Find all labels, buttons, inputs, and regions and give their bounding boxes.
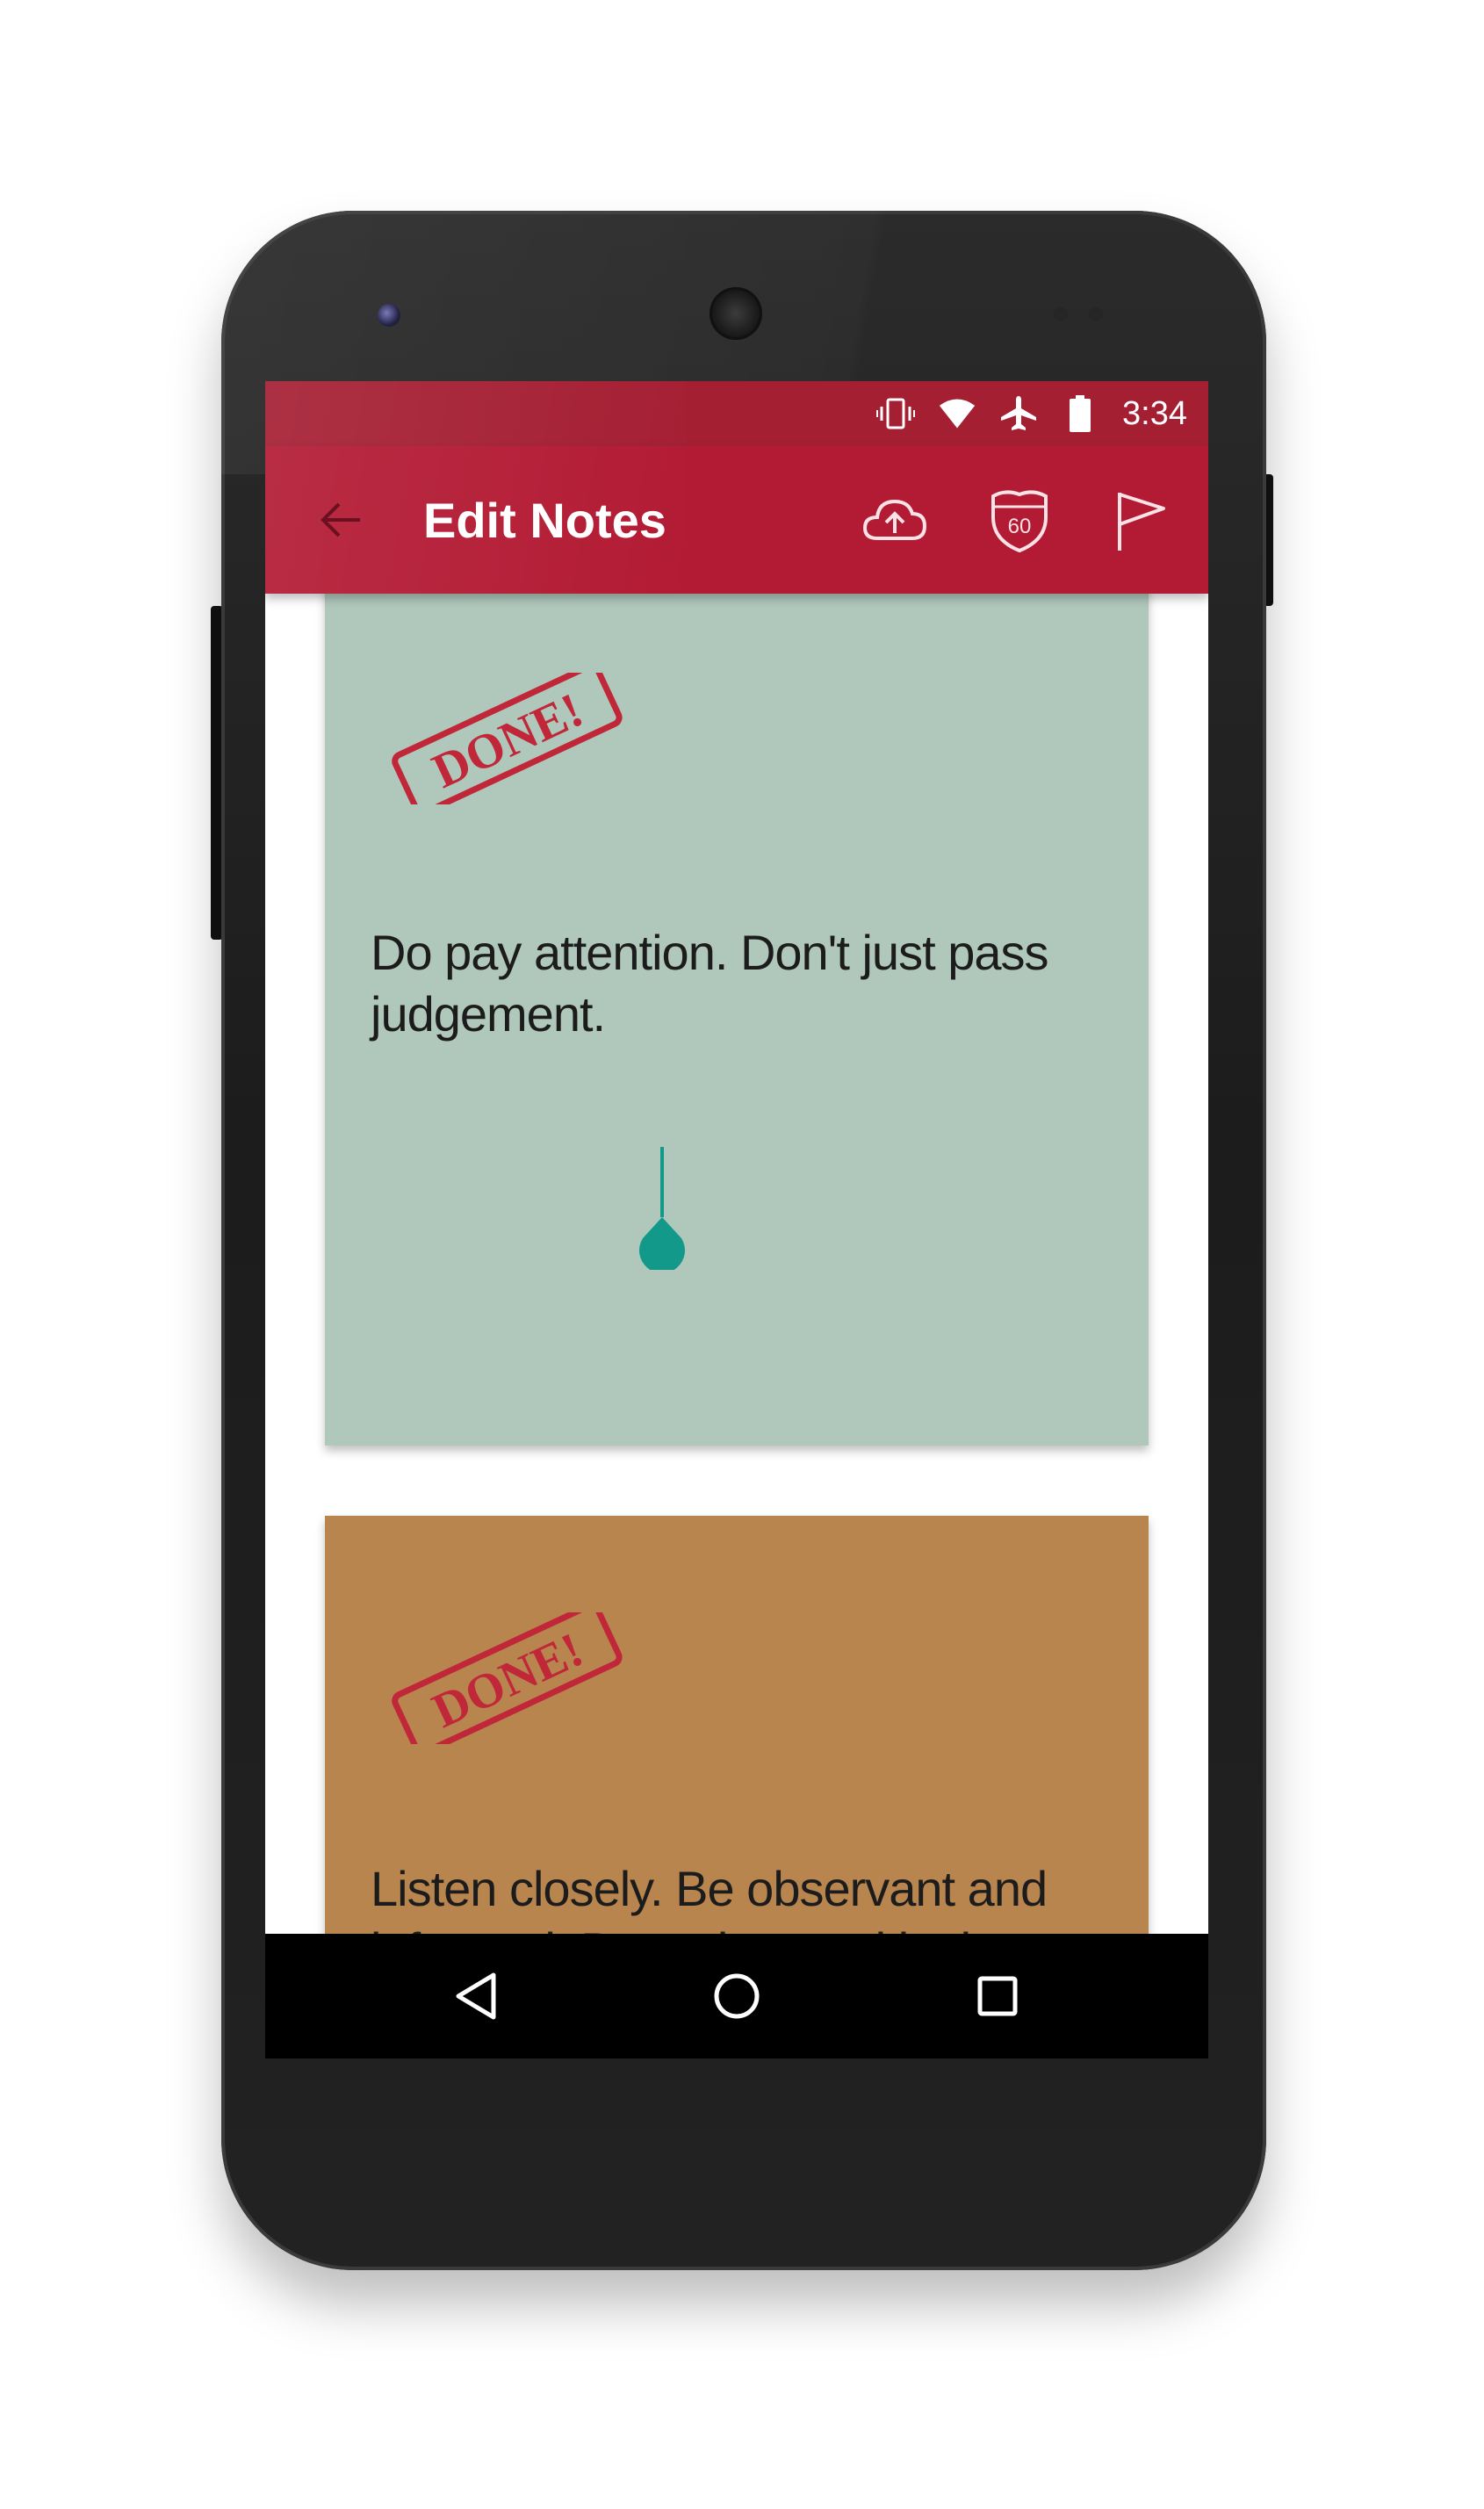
earpiece-speaker (710, 287, 762, 340)
proximity-sensor (1054, 307, 1068, 321)
cloud-upload-icon (862, 499, 927, 540)
wifi-icon (938, 394, 976, 433)
done-stamp: DONE! (392, 673, 623, 804)
done-stamp: DONE! (392, 1612, 623, 1744)
nav-home-button[interactable] (702, 1961, 772, 2031)
nav-back-icon (456, 1972, 496, 2020)
nav-back-button[interactable] (441, 1961, 511, 2031)
note-text[interactable]: Listen closely. Be observant and informe… (371, 1858, 1096, 1934)
page-title: Edit Notes (423, 493, 666, 548)
light-sensor (1089, 307, 1103, 321)
note-text[interactable]: Do pay attention. Don't just pass judgem… (371, 922, 1096, 1045)
notes-list: DONE! Do pay attention. Don't just pass … (265, 594, 1208, 1934)
status-bar: 3:34 (265, 381, 1208, 446)
app-bar: Edit Notes 60 (265, 381, 1208, 594)
stamp-text: DONE! (424, 1622, 591, 1738)
note-card[interactable]: DONE! Do pay attention. Don't just pass … (325, 594, 1149, 1446)
navigation-bar (265, 1934, 1208, 2058)
back-button[interactable] (306, 485, 376, 555)
speed-60-button[interactable]: 60 (980, 481, 1059, 560)
nav-recents-icon (977, 1976, 1018, 2016)
stamp-text: DONE! (424, 682, 591, 798)
highway-shield-icon: 60 (991, 490, 1048, 553)
flag-icon (1118, 493, 1165, 551)
status-icons: 3:34 (876, 381, 1187, 446)
arrow-back-icon (321, 502, 360, 537)
speed-label: 60 (1008, 515, 1032, 538)
cloud-upload-button[interactable] (855, 481, 934, 560)
airplane-icon (999, 394, 1038, 433)
nav-recents-button[interactable] (962, 1961, 1033, 2031)
battery-icon (1061, 394, 1099, 433)
flag-button[interactable] (1101, 481, 1180, 560)
text-cursor (660, 1147, 664, 1217)
front-camera (378, 304, 400, 327)
stage: 3:34 Edit Notes 60 DONE! Do pay attentio… (0, 0, 1484, 2509)
note-card[interactable]: DONE! Listen closely. Be observant and i… (325, 1516, 1149, 1934)
cursor-handle-icon[interactable] (636, 1217, 688, 1270)
screen: 3:34 Edit Notes 60 DONE! Do pay attentio… (265, 381, 1208, 2058)
status-time: 3:34 (1122, 394, 1187, 432)
nav-home-icon (714, 1973, 760, 2019)
vibrate-icon (876, 394, 916, 433)
